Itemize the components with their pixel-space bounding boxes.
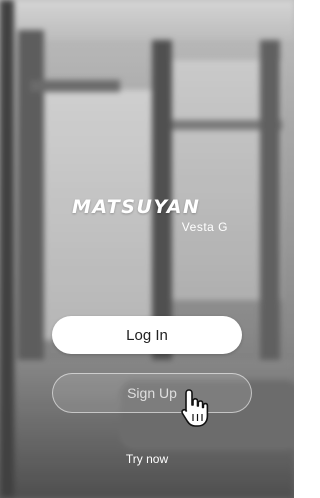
hand-pointer-icon	[181, 389, 209, 427]
try-now-link[interactable]: Try now	[0, 452, 294, 466]
brand-logo: MATSUYAN Vesta G	[72, 196, 232, 234]
app-screen: MATSUYAN Vesta G Log In Sign Up Try now	[0, 0, 294, 498]
brand-name: MATSUYAN	[72, 196, 201, 218]
signup-button[interactable]: Sign Up	[52, 373, 252, 413]
login-button[interactable]: Log In	[52, 316, 242, 354]
brand-subtitle: Vesta G	[181, 220, 228, 234]
background-overlay	[0, 0, 294, 498]
